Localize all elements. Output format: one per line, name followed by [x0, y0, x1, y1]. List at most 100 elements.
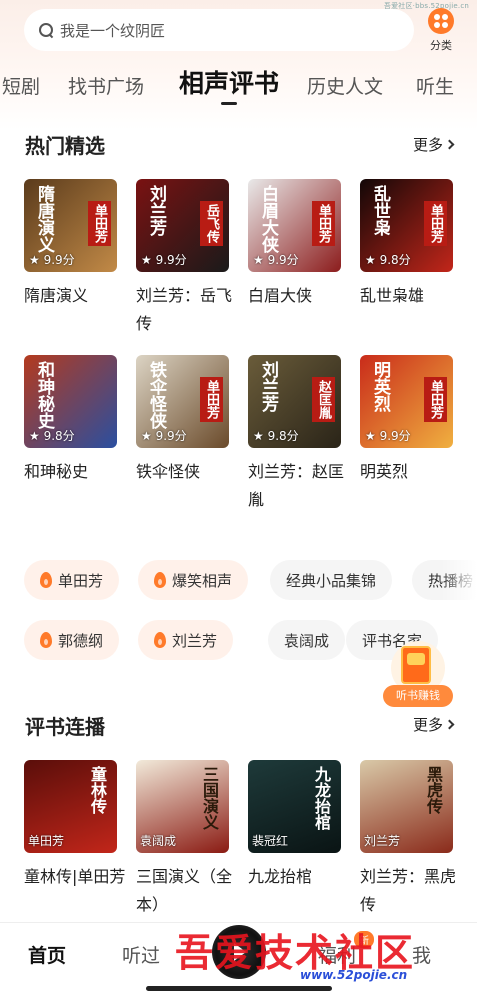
tab-book-square[interactable]: 找书广场: [68, 72, 144, 99]
serial-cover: 九龙抬棺 裴冠红: [248, 760, 341, 853]
rating-label: ★ 9.9分: [29, 251, 75, 268]
rating-label: ★ 9.9分: [141, 427, 187, 444]
flame-icon: [154, 572, 166, 588]
star-icon: ★: [141, 253, 156, 267]
cover-badge-text: 单田芳: [424, 201, 447, 246]
book-title: 童林传|单田芳: [24, 867, 126, 886]
search-bar[interactable]: 我是一个纹阴匠: [24, 9, 414, 51]
book-cover: 铁伞怪侠 单田芳 ★ 9.9分: [136, 355, 229, 448]
watermark-bottom: 吾爱技术社区 www.52pojie.cn: [175, 922, 475, 984]
star-icon: ★: [253, 253, 268, 267]
flame-icon: [40, 632, 52, 648]
tag-chip-label: 郭德纲: [58, 631, 104, 650]
serial-card[interactable]: 三国演义袁阔成三国演义（全本）: [136, 760, 232, 919]
tab-partial[interactable]: 听生: [416, 72, 454, 99]
serial-more-link[interactable]: 更多: [413, 714, 455, 735]
serial-card[interactable]: 黑虎传 刘兰芳 刘兰芳：黑虎传: [360, 760, 456, 919]
cover-title-text: 黑虎传: [424, 766, 443, 814]
rating-label: ★ 9.8分: [365, 251, 411, 268]
star-icon: ★: [141, 429, 156, 443]
book-title: 白眉大侠: [248, 286, 313, 305]
rating-value: 9.9分: [155, 429, 187, 443]
book-cover: 乱世枭 单田芳 ★ 9.8分: [360, 179, 453, 272]
cover-badge-text: 赵匡胤: [312, 377, 335, 422]
rating-value: 9.8分: [379, 253, 411, 267]
book-card[interactable]: 铁伞怪侠 单田芳 ★ 9.9分铁伞怪侠: [136, 355, 229, 486]
tag-chip[interactable]: 爆笑相声: [138, 560, 249, 600]
author-label: 单田芳: [28, 834, 65, 848]
tag-chip-label: 爆笑相声: [172, 571, 233, 590]
book-title: 明英烈: [360, 462, 409, 481]
book-title: 隋唐演义: [24, 286, 89, 305]
rating-value: 9.9分: [43, 253, 75, 267]
book-card[interactable]: 明英烈 单田芳 ★ 9.9分 明英烈: [360, 355, 453, 486]
book-cover: 刘兰芳 岳飞传 ★ 9.9分: [136, 179, 229, 272]
chevron-right-icon: [444, 719, 455, 730]
chevron-right-icon: [444, 139, 455, 150]
cover-badge-text: 单田芳: [424, 377, 447, 422]
chip-fade: [441, 558, 477, 602]
tag-chip[interactable]: 单田芳: [24, 560, 120, 600]
rating-value: 9.8分: [267, 429, 299, 443]
tag-chip-label: 袁阔成: [284, 631, 330, 650]
book-cover: 明英烈 单田芳 ★ 9.9分: [360, 355, 453, 448]
cover-title-text: 刘兰芳: [258, 361, 278, 412]
cover-title-text: 刘兰芳: [146, 185, 166, 236]
book-card[interactable]: 白眉大侠 单田芳 ★ 9.9分 白眉大侠: [248, 179, 341, 310]
cover-title-text: 和珅秘史: [34, 361, 54, 429]
tag-chip[interactable]: 经典小品集锦: [270, 560, 393, 600]
book-card[interactable]: 和珅秘史 ★ 9.8分 和珅秘史: [24, 355, 117, 486]
tab-crosstalk-storytelling[interactable]: 相声评书: [179, 64, 279, 100]
cover-badge-text: 单田芳: [312, 201, 335, 246]
nav-home[interactable]: 首页: [28, 941, 66, 968]
cover-title-text: 九龙抬棺: [312, 766, 331, 830]
book-card[interactable]: 刘兰芳 岳飞传 ★ 9.9分刘兰芳：岳飞传: [136, 179, 232, 338]
book-card[interactable]: 刘兰芳 赵匡胤 ★ 9.8分 刘兰芳：赵匡胤: [248, 355, 344, 514]
book-card[interactable]: 乱世枭 单田芳 ★ 9.8分乱世枭雄: [360, 179, 453, 310]
listen-earn-widget[interactable]: 听书赚钱: [383, 641, 455, 709]
book-title: 九龙抬棺: [248, 867, 313, 886]
book-title: 三国演义（全本）: [136, 867, 233, 914]
watermark-url: www.52pojie.cn: [300, 968, 408, 982]
book-card[interactable]: 隋唐演义 单田芳 ★ 9.9分隋唐演义: [24, 179, 117, 310]
star-icon: ★: [253, 429, 268, 443]
star-icon: ★: [365, 253, 380, 267]
book-title: 铁伞怪侠: [136, 462, 201, 481]
book-cover: 刘兰芳 赵匡胤 ★ 9.8分: [248, 355, 341, 448]
cover-title-text: 明英烈: [370, 361, 390, 412]
tag-chip[interactable]: 郭德纲: [24, 620, 120, 660]
serial-section-title: 评书连播: [25, 715, 105, 739]
serial-card[interactable]: 九龙抬棺 裴冠红 九龙抬棺: [248, 760, 341, 891]
serial-cover: 童林传 单田芳: [24, 760, 117, 853]
book-title: 刘兰芳：岳飞传: [136, 286, 233, 333]
cover-title-text: 三国演义: [200, 766, 219, 830]
search-icon: [38, 22, 54, 38]
serial-card[interactable]: 童林传 单田芳童林传|单田芳: [24, 760, 125, 891]
cover-title-text: 乱世枭: [370, 185, 390, 236]
tag-chip[interactable]: 袁阔成: [268, 620, 346, 660]
rating-label: ★ 9.9分: [365, 427, 411, 444]
red-envelope-icon: [401, 646, 431, 684]
grid-icon: [428, 8, 454, 34]
tag-chip-label: 单田芳: [58, 571, 104, 590]
star-icon: ★: [29, 253, 44, 267]
hot-more-label: 更多: [412, 136, 443, 154]
active-tab-indicator: [221, 102, 237, 105]
rating-label: ★ 9.9分: [141, 251, 187, 268]
tag-chip[interactable]: 刘兰芳: [138, 620, 234, 660]
category-label: 分类: [430, 39, 452, 52]
tab-short-drama[interactable]: 短剧: [2, 72, 40, 99]
category-button[interactable]: 分类: [424, 8, 458, 53]
serial-cover: 黑虎传 刘兰芳: [360, 760, 453, 853]
cover-title-text: 白眉大侠: [258, 185, 278, 253]
rating-label: ★ 9.9分: [253, 251, 299, 268]
book-title: 乱世枭雄: [360, 286, 425, 305]
home-indicator: [146, 986, 332, 991]
author-label: 袁阔成: [140, 834, 177, 848]
nav-listened[interactable]: 听过: [122, 941, 160, 968]
hot-more-link[interactable]: 更多: [412, 134, 455, 155]
rating-value: 9.9分: [379, 429, 411, 443]
tab-history[interactable]: 历史人文: [307, 72, 383, 99]
book-cover: 隋唐演义 单田芳 ★ 9.9分: [24, 179, 117, 272]
serial-cover: 三国演义袁阔成: [136, 760, 229, 853]
